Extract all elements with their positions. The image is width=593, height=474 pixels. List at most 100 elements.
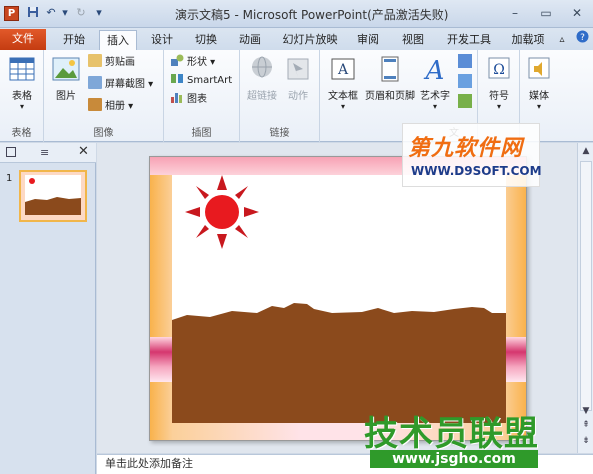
- media-label: 媒体: [529, 91, 549, 102]
- slide-artwork: [172, 175, 506, 423]
- chart-button[interactable]: 图表: [170, 91, 207, 109]
- date-time-icon[interactable]: [458, 54, 472, 68]
- photo-album-icon: [88, 98, 102, 111]
- svg-text:A: A: [337, 62, 349, 78]
- hyperlink-button[interactable]: 超链接: [244, 54, 280, 102]
- group-images: 图片 剪贴画 屏幕截图 ▾ 相册 ▾ 图像: [44, 50, 164, 142]
- slide-thumbnail[interactable]: [19, 170, 87, 222]
- scroll-thumb[interactable]: [580, 161, 592, 411]
- next-slide-icon[interactable]: ⇟: [580, 435, 592, 448]
- tab-view[interactable]: 视图: [395, 30, 431, 50]
- tab-file[interactable]: 文件: [0, 29, 46, 50]
- group-illustrations: 形状 ▾ SmartArt 图表 插图: [164, 50, 240, 142]
- header-footer-label: 页眉和页脚: [365, 91, 415, 102]
- textbox-icon: A: [328, 54, 358, 84]
- screenshot-button[interactable]: 屏幕截图 ▾: [88, 76, 153, 94]
- powerpoint-app-icon[interactable]: P: [4, 6, 19, 21]
- clipart-label: 剪贴画: [105, 57, 135, 68]
- ribbon-collapse-icon[interactable]: ▵: [555, 30, 569, 50]
- textbox-label: 文本框: [328, 91, 358, 102]
- media-button[interactable]: 媒体 ▾: [523, 54, 555, 111]
- slides-panel: ≡ ✕ 1: [0, 143, 96, 474]
- chart-icon: [170, 91, 184, 104]
- picture-icon: [51, 54, 81, 84]
- wordart-button[interactable]: A 艺术字 ▾: [418, 54, 452, 111]
- undo-dropdown-icon[interactable]: ▾: [58, 6, 72, 20]
- watermark-jsgho-url: www.jsgho.com: [370, 450, 538, 468]
- table-button-label: 表格: [12, 91, 32, 102]
- slides-panel-tabs: ≡ ✕: [0, 143, 96, 163]
- textbox-button[interactable]: A 文本框 ▾: [324, 54, 362, 111]
- tab-design[interactable]: 设计: [144, 30, 180, 50]
- svg-text:Ω: Ω: [493, 62, 505, 78]
- smartart-label: SmartArt: [187, 75, 233, 86]
- screenshot-label: 屏幕截图: [105, 79, 145, 90]
- chart-label: 图表: [187, 94, 207, 105]
- close-button[interactable]: ✕: [566, 4, 588, 22]
- shapes-label: 形状: [187, 57, 207, 68]
- title-bar: P ↶ ▾ ↻ ▾ 演示文稿5 - Microsoft PowerPoint(产…: [0, 0, 593, 28]
- save-icon[interactable]: [26, 6, 40, 20]
- watermark-d9soft-url: WWW.D9SOFT.COM: [411, 164, 542, 178]
- watermark-jsgho-title: 技术员联盟: [364, 414, 539, 454]
- header-footer-button[interactable]: 页眉和页脚: [364, 54, 416, 102]
- tab-insert[interactable]: 插入: [99, 30, 137, 51]
- album-button[interactable]: 相册 ▾: [88, 98, 133, 116]
- previous-slide-icon[interactable]: ⇞: [580, 419, 592, 432]
- help-icon[interactable]: ?: [574, 30, 590, 50]
- slide-number-icon[interactable]: [458, 74, 472, 88]
- scroll-down-icon[interactable]: ▼: [580, 405, 592, 418]
- hyperlink-icon: [247, 54, 277, 84]
- group-links-label: 链接: [269, 128, 290, 139]
- screenshot-icon: [88, 76, 102, 89]
- window-title: 演示文稿5 - Microsoft PowerPoint(产品激活失败): [175, 8, 449, 22]
- hyperlink-label: 超链接: [247, 91, 277, 102]
- slide-canvas[interactable]: [149, 156, 527, 441]
- symbol-button[interactable]: Ω 符号 ▾: [483, 54, 515, 111]
- picture-button[interactable]: 图片: [50, 54, 82, 102]
- picture-button-label: 图片: [56, 91, 76, 102]
- slide-thumbnail-number: 1: [6, 173, 13, 184]
- minimize-button[interactable]: –: [504, 4, 526, 22]
- outline-tab-icon[interactable]: ≡: [40, 146, 49, 159]
- ground-shape[interactable]: [172, 303, 506, 423]
- customize-toolbar-icon[interactable]: ▾: [92, 6, 106, 20]
- group-images-label: 图像: [93, 128, 114, 139]
- object-icon[interactable]: [458, 94, 472, 108]
- group-table: 表格 ▾ 表格: [0, 50, 44, 142]
- smartart-button[interactable]: SmartArt: [170, 72, 232, 90]
- scroll-up-icon[interactable]: ▲: [580, 145, 592, 158]
- action-icon: [283, 54, 313, 84]
- undo-icon[interactable]: ↶: [44, 6, 58, 20]
- header-footer-icon: [375, 54, 405, 84]
- table-button[interactable]: 表格 ▾: [6, 54, 38, 111]
- smartart-icon: [170, 72, 184, 85]
- redo-icon[interactable]: ↻: [74, 6, 88, 20]
- shapes-icon: [170, 54, 184, 67]
- clipart-button[interactable]: 剪贴画: [88, 54, 135, 72]
- svg-text:?: ?: [580, 33, 585, 43]
- sun-shape[interactable]: [185, 175, 259, 249]
- group-illustrations-label: 插图: [191, 128, 212, 139]
- svg-text:A: A: [424, 56, 445, 84]
- slides-tab-icon[interactable]: [6, 147, 16, 157]
- watermark-d9soft: 第九软件网 WWW.D9SOFT.COM: [402, 123, 542, 187]
- maximize-button[interactable]: ▭: [535, 4, 557, 22]
- shapes-button[interactable]: 形状 ▾: [170, 54, 215, 72]
- tab-transitions[interactable]: 切换: [188, 30, 224, 50]
- album-label: 相册: [105, 101, 125, 112]
- action-label: 动作: [288, 91, 308, 102]
- tab-addins[interactable]: 加载项: [505, 30, 551, 50]
- tab-home[interactable]: 开始: [56, 30, 92, 50]
- wordart-icon: A: [420, 54, 450, 86]
- wordart-label: 艺术字: [420, 91, 450, 102]
- media-speaker-icon: [524, 54, 554, 84]
- tab-review[interactable]: 审阅: [350, 30, 386, 50]
- tab-developer[interactable]: 开发工具: [440, 30, 498, 50]
- tab-animations[interactable]: 动画: [232, 30, 268, 50]
- vertical-scrollbar[interactable]: ▲ ▼ ⇞ ⇟: [577, 143, 593, 453]
- watermark-d9soft-title: 第九软件网: [408, 136, 524, 161]
- action-button[interactable]: 动作: [282, 54, 314, 102]
- tab-slideshow[interactable]: 幻灯片放映: [278, 30, 342, 50]
- close-panel-icon[interactable]: ✕: [78, 144, 89, 159]
